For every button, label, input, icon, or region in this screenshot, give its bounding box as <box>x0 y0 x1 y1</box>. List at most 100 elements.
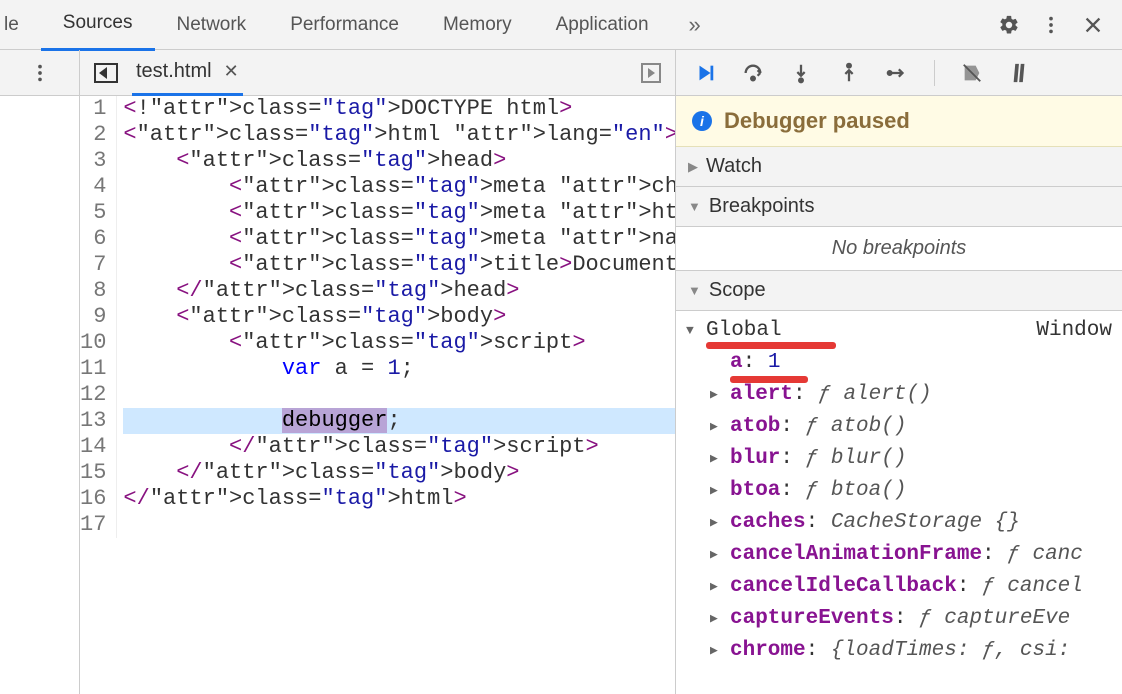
subtoolbar: test.html ✕ <box>0 50 1122 96</box>
line-number[interactable]: 5 <box>80 200 106 226</box>
prop-name: alert <box>730 383 793 406</box>
chevron-down-icon: ▼ <box>688 199 701 214</box>
gear-icon[interactable] <box>998 14 1020 36</box>
line-number[interactable]: 12 <box>80 382 106 408</box>
code-line[interactable]: <"attr">class="tag">head> <box>123 148 676 174</box>
scope-property[interactable]: ▶btoa: ƒ btoa() <box>686 475 1112 507</box>
step-over-icon[interactable] <box>742 62 764 84</box>
code-line[interactable]: debugger; <box>123 408 676 434</box>
line-number[interactable]: 17 <box>80 512 106 538</box>
scope-property[interactable]: ▶blur: ƒ blur() <box>686 443 1112 475</box>
step-icon[interactable] <box>886 62 908 84</box>
close-tab-icon[interactable]: ✕ <box>224 61 239 82</box>
code-line[interactable]: <"attr">class="tag">title>Document</"att… <box>123 252 676 278</box>
chevron-down-icon: ▼ <box>688 283 701 298</box>
line-number[interactable]: 13 <box>80 408 106 434</box>
scope-property[interactable]: ▶cancelIdleCallback: ƒ cancel <box>686 571 1112 603</box>
line-number[interactable]: 14 <box>80 434 106 460</box>
chevron-right-icon: ▶ <box>710 539 724 571</box>
tab-sources[interactable]: Sources <box>41 0 155 51</box>
resume-icon[interactable] <box>694 62 716 84</box>
code-line[interactable]: </"attr">class="tag">script> <box>123 434 676 460</box>
scope-property[interactable]: a: 1 <box>686 347 1112 379</box>
prop-value: ƒ atob() <box>806 415 907 438</box>
close-icon[interactable] <box>1082 14 1104 36</box>
scope-property[interactable]: ▶captureEvents: ƒ captureEve <box>686 603 1112 635</box>
line-number[interactable]: 2 <box>80 122 106 148</box>
line-number[interactable]: 16 <box>80 486 106 512</box>
step-into-icon[interactable] <box>790 62 812 84</box>
code-editor[interactable]: 1234567891011121314151617<!"attr">class=… <box>80 96 676 694</box>
breakpoints-label: Breakpoints <box>709 195 815 218</box>
code-line[interactable]: </"attr">class="tag">body> <box>123 460 676 486</box>
tab-cut-prev[interactable]: le <box>0 0 41 50</box>
line-number[interactable]: 3 <box>80 148 106 174</box>
line-number[interactable]: 8 <box>80 278 106 304</box>
run-snippet-icon[interactable] <box>641 63 661 83</box>
prop-name: caches <box>730 511 806 534</box>
code-line[interactable]: <"attr">class="tag">meta "attr">charset=… <box>123 174 676 200</box>
tab-application[interactable]: Application <box>534 0 671 50</box>
code-line[interactable]: <"attr">class="tag">body> <box>123 304 676 330</box>
code-line[interactable]: </"attr">class="tag">head> <box>123 278 676 304</box>
chevron-right-icon: ▶ <box>710 443 724 475</box>
scope-property[interactable]: ▶alert: ƒ alert() <box>686 379 1112 411</box>
nav-back-icon[interactable] <box>94 63 118 83</box>
chevron-right-icon: ▶ <box>710 571 724 603</box>
prop-name: cancelIdleCallback <box>730 575 957 598</box>
prop-value: 1 <box>768 351 781 374</box>
pause-on-exceptions-icon[interactable] <box>1009 62 1031 84</box>
chevron-right-icon: ▶ <box>710 635 724 667</box>
prop-value: ƒ alert() <box>818 383 931 406</box>
code-line[interactable]: <"attr">class="tag">html "attr">lang="en… <box>123 122 676 148</box>
prop-name: btoa <box>730 479 780 502</box>
step-out-icon[interactable] <box>838 62 860 84</box>
line-number[interactable]: 9 <box>80 304 106 330</box>
tab-performance[interactable]: Performance <box>268 0 421 50</box>
prop-value: ƒ canc <box>1007 543 1083 566</box>
code-line[interactable]: <"attr">class="tag">meta "attr">http-equ… <box>123 200 676 226</box>
code-line[interactable] <box>123 382 676 408</box>
watch-label: Watch <box>706 155 762 178</box>
prop-value: ƒ blur() <box>806 447 907 470</box>
code-line[interactable]: <"attr">class="tag">script> <box>123 330 676 356</box>
prop-name: atob <box>730 415 780 438</box>
line-number[interactable]: 7 <box>80 252 106 278</box>
scope-property[interactable]: ▶atob: ƒ atob() <box>686 411 1112 443</box>
watch-section[interactable]: ▶ Watch <box>676 147 1122 187</box>
line-number[interactable]: 6 <box>80 226 106 252</box>
file-tab-label: test.html <box>136 60 212 83</box>
scope-section[interactable]: ▼ Scope <box>676 271 1122 311</box>
scope-global-label: Global <box>706 315 782 347</box>
prop-value: CacheStorage {} <box>831 511 1020 534</box>
line-number[interactable]: 1 <box>80 96 106 122</box>
line-number[interactable]: 11 <box>80 356 106 382</box>
file-tab[interactable]: test.html ✕ <box>132 50 243 96</box>
navigator-pane <box>0 96 80 694</box>
line-number[interactable]: 4 <box>80 174 106 200</box>
kebab-menu-icon[interactable] <box>29 62 51 84</box>
code-line[interactable] <box>123 512 676 538</box>
code-line[interactable]: <!"attr">class="tag">DOCTYPE html> <box>123 96 676 122</box>
tab-memory[interactable]: Memory <box>421 0 534 50</box>
scope-property[interactable]: ▶cancelAnimationFrame: ƒ canc <box>686 539 1112 571</box>
prop-value: {loadTimes: ƒ, csi: <box>831 639 1070 662</box>
prop-name: cancelAnimationFrame <box>730 543 982 566</box>
chevron-right-icon: ▶ <box>710 603 724 635</box>
chevron-right-icon: ▶ <box>710 507 724 539</box>
scope-label: Scope <box>709 279 766 302</box>
deactivate-breakpoints-icon[interactable] <box>961 62 983 84</box>
scope-property[interactable]: ▶caches: CacheStorage {} <box>686 507 1112 539</box>
kebab-menu-icon[interactable] <box>1040 14 1062 36</box>
breakpoints-section[interactable]: ▼ Breakpoints <box>676 187 1122 227</box>
code-line[interactable]: var a = 1; <box>123 356 676 382</box>
tab-network[interactable]: Network <box>155 0 269 50</box>
code-line[interactable]: </"attr">class="tag">html> <box>123 486 676 512</box>
code-line[interactable]: <"attr">class="tag">meta "attr">name="vi… <box>123 226 676 252</box>
tab-overflow-icon[interactable]: » <box>671 12 719 38</box>
prop-name: captureEvents <box>730 607 894 630</box>
line-number[interactable]: 15 <box>80 460 106 486</box>
scope-global-row[interactable]: ▼ Global Window <box>686 315 1112 347</box>
scope-property[interactable]: ▶chrome: {loadTimes: ƒ, csi: <box>686 635 1112 667</box>
line-number[interactable]: 10 <box>80 330 106 356</box>
